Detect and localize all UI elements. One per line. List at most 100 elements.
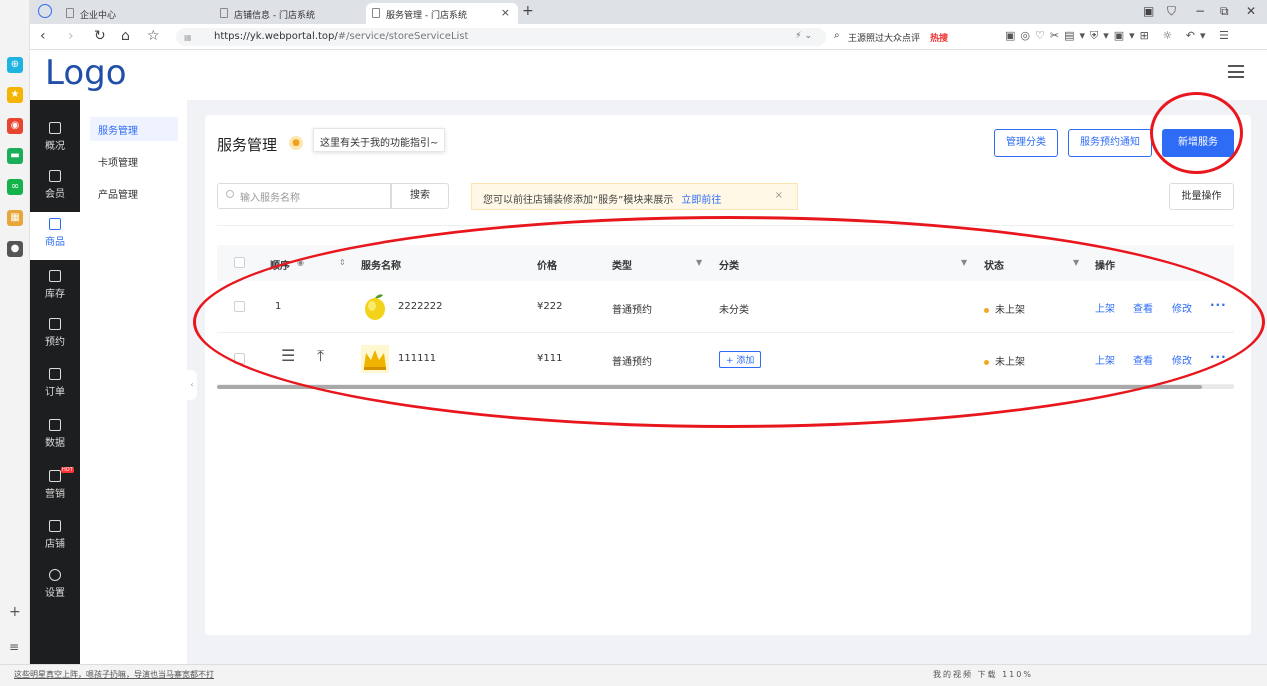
logo[interactable]: Logo [45, 53, 127, 93]
view-link[interactable]: 查看 [1133, 300, 1153, 315]
publish-link[interactable]: 上架 [1095, 300, 1115, 315]
app-header: Logo [30, 50, 1267, 100]
pin-top-icon[interactable]: ⤒ [317, 346, 324, 366]
clipboard-icon [49, 368, 61, 380]
view-link[interactable]: 查看 [1133, 352, 1153, 367]
close-notice-icon[interactable]: × [775, 190, 783, 201]
search-input[interactable]: 输入服务名称 [217, 183, 391, 209]
sort-icon[interactable]: ⇕ [339, 258, 346, 267]
link-icon[interactable]: ∞ [7, 179, 23, 195]
checkbox-icon [49, 318, 61, 330]
nav-shop[interactable]: 店铺 [30, 514, 80, 558]
home-icon[interactable]: ⌂ [121, 28, 130, 44]
crown-thumbnail [361, 345, 389, 373]
row-price: ¥222 [537, 301, 563, 312]
forward-icon[interactable]: › [68, 28, 74, 44]
back-icon[interactable]: ‹ [40, 28, 46, 44]
search-button[interactable]: 搜索 [391, 183, 449, 209]
collapse-sidebar-handle[interactable]: ‹ [187, 370, 197, 400]
select-all-checkbox[interactable] [234, 257, 245, 268]
nav-settings[interactable]: 设置 [30, 563, 80, 607]
restore-icon[interactable]: ⧉ [1220, 4, 1229, 19]
hot-search-badge[interactable]: 热搜 [930, 31, 948, 44]
row-checkbox[interactable] [234, 353, 245, 364]
game-icon[interactable]: ▦ [7, 210, 23, 226]
close-window-icon[interactable]: ✕ [1246, 4, 1256, 18]
manage-category-button[interactable]: 管理分类 [994, 129, 1058, 157]
reader-icon[interactable]: ▣ [1143, 4, 1154, 18]
new-tab-icon[interactable]: + [522, 3, 534, 19]
hamburger-menu-icon[interactable] [1228, 65, 1244, 78]
column-name: 服务名称 [361, 261, 401, 272]
order-info-icon[interactable]: ◉ [297, 258, 304, 267]
guide-tooltip[interactable]: 这里有关于我的功能指引~ [313, 128, 446, 152]
close-tab-icon[interactable]: × [501, 6, 510, 19]
add-service-button[interactable]: 新增服务 [1162, 129, 1234, 157]
more-actions-icon[interactable]: ··· [1210, 298, 1227, 312]
column-price: 价格 [537, 261, 557, 272]
status-filter-icon[interactable]: ▼ [1073, 258, 1079, 267]
shirt-icon[interactable]: ⛉ [1167, 4, 1176, 19]
star-icon[interactable]: ☆ [147, 28, 160, 44]
navigation-arrow-icon[interactable] [38, 4, 52, 18]
message-icon[interactable]: ▬ [7, 148, 23, 164]
browser-tab-strip: e 企业中心 店铺信息 - 门店系统 服务管理 - 门店系统× + ▣ ⛉ − … [0, 0, 1267, 24]
nav-data[interactable]: 数据 [30, 413, 80, 457]
column-action: 操作 [1095, 261, 1115, 272]
tab-store-info[interactable]: 店铺信息 - 门店系统 [214, 3, 364, 24]
horizontal-scrollbar[interactable] [217, 385, 1234, 389]
row-order: 1 [275, 301, 282, 312]
url-field[interactable]: ▦ https://yk.webportal.top/#/service/sto… [176, 28, 826, 46]
status-dot [984, 359, 989, 365]
lock-icon: ▦ [184, 33, 192, 42]
search-icon: ⌕ [834, 30, 840, 41]
sidebar-app-icon[interactable]: ⊕ [7, 57, 23, 73]
table-row[interactable]: 1 2222222 ¥222 普通预约 未分类 未上架 上架 查看 修改 ··· [217, 281, 1234, 333]
nav-order[interactable]: 订单 [30, 362, 80, 406]
type-filter-icon[interactable]: ▼ [696, 258, 702, 267]
extension-icons[interactable]: ▣◎♡✂▤▾⛨▾▣▾⊞ ☼ ↶▾ ☰ [1005, 29, 1234, 43]
nav-overview[interactable]: 概况 [30, 116, 80, 160]
lemon-thumbnail [365, 294, 385, 320]
nav-inventory[interactable]: 库存 [30, 264, 80, 308]
minimize-icon[interactable]: − [1195, 4, 1205, 18]
subnav-product-management[interactable]: 产品管理 [90, 181, 178, 205]
publish-link[interactable]: 上架 [1095, 352, 1115, 367]
add-icon[interactable]: + [9, 604, 21, 620]
panda-icon[interactable]: ● [7, 241, 23, 257]
subnav-card-management[interactable]: 卡项管理 [90, 149, 178, 173]
go-now-link[interactable]: 立即前往 [681, 195, 721, 206]
booking-notice-button[interactable]: 服务预约通知 [1068, 129, 1152, 157]
more-actions-icon[interactable]: ··· [1210, 350, 1227, 364]
grid-icon [49, 122, 61, 134]
subnav-service-management[interactable]: 服务管理 [90, 117, 178, 141]
row-checkbox[interactable] [234, 301, 245, 312]
news-marquee[interactable]: 这些明星真空上阵，嗯孩子扔嘛，导演也当马寨宽都不打 [14, 669, 214, 680]
nav-marketing[interactable]: HOT 营销 [30, 464, 80, 508]
browser-search-box[interactable]: ⌕ 王源照过大众点评 [830, 28, 980, 46]
nav-goods[interactable]: 商品 [30, 212, 80, 260]
favorites-icon[interactable]: ★ [7, 87, 23, 103]
tab-service-management[interactable]: 服务管理 - 门店系统 × [366, 3, 518, 24]
guide-bulb-icon[interactable]: ● [289, 136, 303, 150]
url-actions-icon[interactable]: ⚡ ⌄ [795, 31, 812, 41]
batch-operation-button[interactable]: 批量操作 [1169, 183, 1234, 210]
nav-member[interactable]: 会员 [30, 164, 80, 208]
edit-link[interactable]: 修改 [1172, 352, 1192, 367]
shop-icon [49, 520, 61, 532]
status-right-items[interactable]: 我的视频 下载 110% [933, 669, 1033, 680]
column-status: 状态 [984, 261, 1004, 272]
scrollbar-thumb[interactable] [217, 385, 1202, 389]
tab-enterprise[interactable]: 企业中心 [60, 3, 210, 24]
column-order: 顺序 [270, 261, 290, 272]
reload-icon[interactable]: ↻ [94, 28, 106, 44]
table-row[interactable]: ☰ ⤒ 111111 ¥111 普通预约 + 添加 未上架 上架 查看 修改 ·… [217, 333, 1234, 385]
row-category: 未分类 [719, 305, 749, 316]
weibo-icon[interactable]: ◉ [7, 118, 23, 134]
menu-icon[interactable]: ≡ [9, 640, 19, 654]
drag-handle-icon[interactable]: ☰ [281, 346, 295, 365]
category-filter-icon[interactable]: ▼ [961, 258, 967, 267]
add-category-button[interactable]: + 添加 [719, 351, 762, 368]
edit-link[interactable]: 修改 [1172, 300, 1192, 315]
nav-booking[interactable]: 预约 [30, 312, 80, 356]
